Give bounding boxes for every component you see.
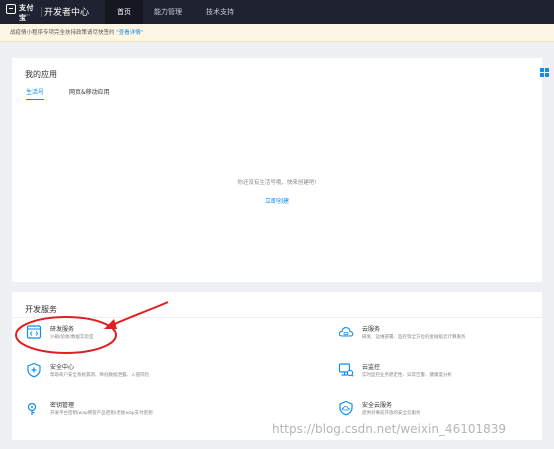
shield-plus-icon	[27, 362, 41, 378]
service-desc: 提供对事前开放的安全云服务	[362, 411, 421, 416]
service-desc: 开发平台密钥/wap网管产品密钥/老板wap支付密钥	[50, 411, 153, 416]
service-name: 云服务	[362, 326, 381, 333]
brand-divider	[41, 7, 42, 17]
service-name: 安全中心	[50, 364, 75, 371]
empty-state-text: 你还没有生活号哦，快来创建吧!	[237, 180, 317, 186]
service-desc: 实时监控业务稳定性、异常告警、健康度分析	[362, 373, 452, 378]
create-now-link[interactable]: 立即创建	[12, 196, 542, 205]
notice-detail-link[interactable]: "查看详情"	[116, 30, 143, 36]
code-window-icon	[26, 325, 42, 339]
nav-tab-home[interactable]: 首页	[105, 0, 143, 24]
service-desc: 研发、运维部署、监控等全方位的金融级云计算服务	[362, 335, 466, 340]
tab-life-account[interactable]: 生活号	[26, 87, 45, 100]
nav-tab-ability-management[interactable]: 能力管理	[148, 0, 188, 24]
service-desc: 沙箱/验收/数据实验室	[50, 335, 94, 340]
my-apps-title: 我的应用	[25, 70, 57, 79]
service-name: 密钥管理	[50, 402, 75, 409]
brand-title: 开发者中心	[44, 8, 90, 18]
my-apps-card: 我的应用 生活号 网页&移动应用 你还没有生活号哦，快来创建吧! 立即创建	[12, 58, 549, 282]
watermark-text: https://blog.csdn.net/weixin_46101839	[272, 422, 507, 436]
shield-cloud-icon	[339, 400, 353, 416]
alipay-logo-icon	[6, 4, 16, 14]
nav-tab-tech-support[interactable]: 技术支持	[198, 0, 242, 24]
tab-web-mobile-app[interactable]: 网页&移动应用	[69, 87, 110, 99]
alipay-logo[interactable]: 支付宝 ALIPAY	[6, 4, 38, 22]
section-divider	[12, 317, 542, 318]
service-name: 研发服务	[50, 326, 75, 333]
monitor-icon	[338, 363, 354, 377]
notice-text: 战疫情小程序专项完全扶持政策请尽快签约	[10, 30, 115, 36]
top-navbar: 支付宝 ALIPAY 开发者中心 首页 能力管理 技术支持	[0, 0, 554, 24]
service-desc: 帮助商户安全系统漏洞、降低数据泄露、入侵风险	[50, 373, 149, 378]
grid-view-icon[interactable]	[540, 68, 550, 78]
notice-bar: 战疫情小程序专项完全扶持政策请尽快签约 "查看详情"	[0, 24, 554, 42]
service-name: 云监控	[362, 364, 381, 371]
cloud-icon	[338, 327, 354, 337]
dev-services-card: 开发服务 研发服务 沙箱/验收/数据实验室 安全中心 帮助商户安全系统漏洞、降低…	[12, 292, 542, 440]
key-icon	[27, 402, 37, 415]
service-name: 安全云服务	[362, 402, 393, 409]
logo-subtext: ALIPAY	[19, 13, 31, 17]
dev-services-title: 开发服务	[25, 305, 57, 314]
